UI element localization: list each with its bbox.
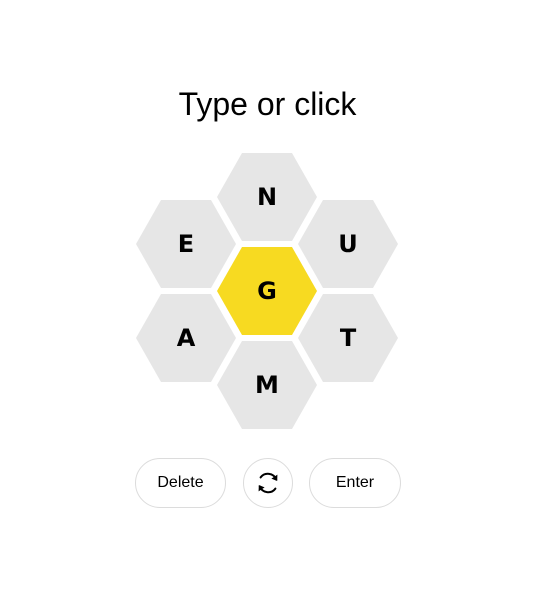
enter-button[interactable]: Enter: [309, 458, 401, 508]
delete-button-label: Delete: [157, 474, 204, 491]
hive-cell-bottom[interactable]: M: [217, 341, 317, 429]
hive-cell-top[interactable]: N: [217, 153, 317, 241]
shuffle-icon: [258, 472, 278, 494]
hive-letter-lower-left: A: [177, 324, 196, 352]
enter-button-label: Enter: [335, 474, 375, 491]
shuffle-button[interactable]: [243, 458, 293, 508]
hive-cell-lower-left[interactable]: A: [136, 294, 236, 382]
letter-hive: N E U G A T M: [0, 0, 535, 606]
hive-cell-center[interactable]: G: [217, 247, 317, 335]
hive-letter-top: N: [257, 183, 277, 211]
hive-letter-upper-left: E: [178, 230, 194, 258]
hive-letter-upper-right: U: [338, 230, 358, 258]
hive-cell-upper-left[interactable]: E: [136, 200, 236, 288]
delete-button[interactable]: Delete: [135, 458, 226, 508]
hive-letter-lower-right: T: [340, 324, 357, 352]
hive-cell-lower-right[interactable]: T: [298, 294, 398, 382]
hive-cell-upper-right[interactable]: U: [298, 200, 398, 288]
hive-letter-center: G: [257, 277, 277, 305]
hive-letter-bottom: M: [255, 371, 279, 399]
